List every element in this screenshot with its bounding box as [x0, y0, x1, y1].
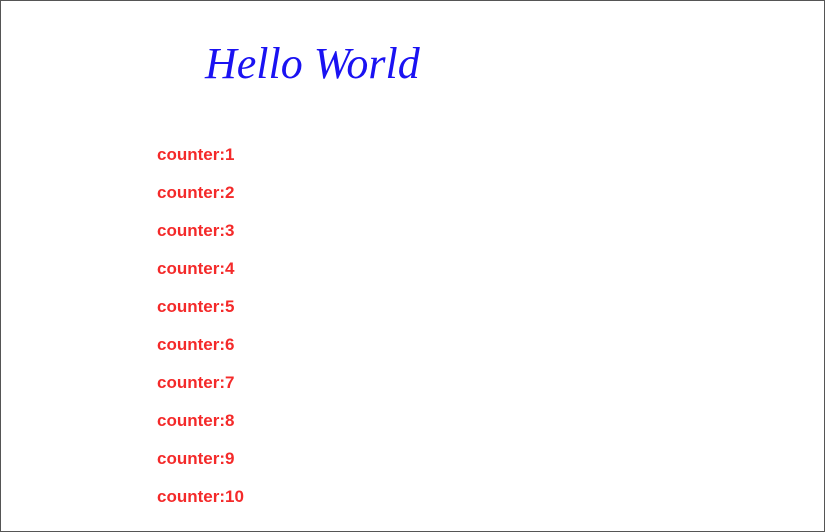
page-frame: Hello World counter:1 counter:2 counter:… — [0, 0, 825, 532]
counter-item-6: counter:6 — [157, 335, 235, 354]
counter-item-3: counter:3 — [157, 221, 235, 240]
counter-list: counter:1 counter:2 counter:3 counter:4 … — [157, 142, 244, 522]
counter-item-5: counter:5 — [157, 297, 235, 316]
counter-item-7: counter:7 — [157, 373, 235, 392]
counter-item-4: counter:4 — [157, 259, 235, 278]
counter-item-10: counter:10 — [157, 487, 244, 506]
counter-item-8: counter:8 — [157, 411, 235, 430]
counter-item-9: counter:9 — [157, 449, 235, 468]
page-title: Hello World — [205, 39, 420, 88]
counter-item-1: counter:1 — [157, 145, 235, 164]
counter-item-2: counter:2 — [157, 183, 235, 202]
